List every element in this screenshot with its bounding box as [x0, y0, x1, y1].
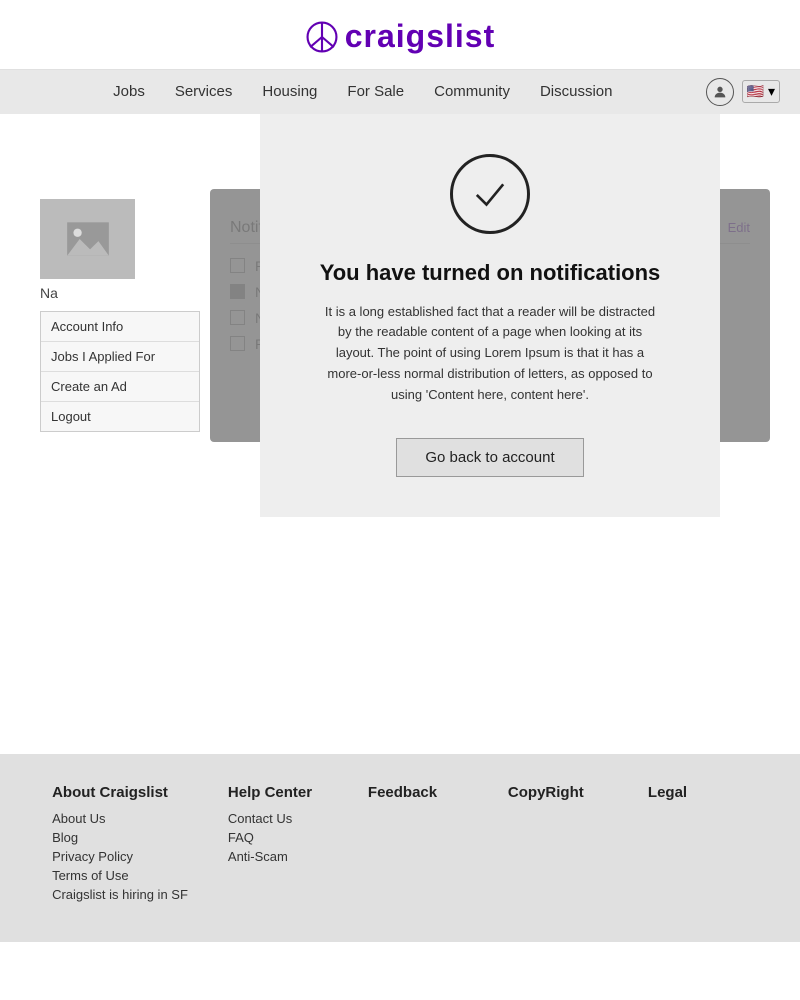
nav-right: 🇺🇸 ▾ — [706, 78, 780, 106]
nav-services[interactable]: Services — [175, 83, 233, 100]
account-layout: Na Account Info Jobs I Applied For Creat… — [40, 199, 760, 432]
footer-columns: About Craigslist About Us Blog Privacy P… — [40, 784, 760, 902]
footer-legal-title: Legal — [648, 784, 748, 801]
sidebar-jobs-applied[interactable]: Jobs I Applied For — [41, 342, 199, 372]
notification-modal: You have turned on notifications It is a… — [260, 114, 720, 517]
footer-terms[interactable]: Terms of Use — [52, 868, 188, 883]
footer-feedback-title: Feedback — [368, 784, 468, 801]
main-nav: Jobs Services Housing For Sale Community… — [0, 70, 800, 114]
footer-copyright-title: CopyRight — [508, 784, 608, 801]
profile-name: Na — [40, 285, 200, 301]
footer-faq[interactable]: FAQ — [228, 830, 328, 845]
footer-about: About Craigslist About Us Blog Privacy P… — [52, 784, 188, 902]
nav-community[interactable]: Community — [434, 83, 510, 100]
footer-about-title: About Craigslist — [52, 784, 188, 801]
footer-anti-scam[interactable]: Anti-Scam — [228, 849, 328, 864]
user-icon[interactable] — [706, 78, 734, 106]
modal-overlay: You have turned on notifications It is a… — [210, 189, 770, 442]
sidebar-logout[interactable]: Logout — [41, 402, 199, 431]
nav-discussion[interactable]: Discussion — [540, 83, 613, 100]
header: craigslist Jobs Services Housing For Sal… — [0, 0, 800, 114]
nav-housing[interactable]: Housing — [262, 83, 317, 100]
footer-hiring[interactable]: Craigslist is hiring in SF — [52, 887, 188, 902]
footer: About Craigslist About Us Blog Privacy P… — [0, 754, 800, 942]
footer-contact-us[interactable]: Contact Us — [228, 811, 328, 826]
modal-body: It is a long established fact that a rea… — [320, 302, 660, 406]
footer-help-title: Help Center — [228, 784, 328, 801]
sidebar-account-info[interactable]: Account Info — [41, 312, 199, 342]
nav-forsale[interactable]: For Sale — [347, 83, 404, 100]
footer-help: Help Center Contact Us FAQ Anti-Scam — [228, 784, 328, 902]
sidebar-menu: Account Info Jobs I Applied For Create a… — [40, 311, 200, 432]
account-content: You have turned on notifications It is a… — [220, 199, 760, 432]
image-placeholder-icon — [63, 214, 113, 264]
footer-blog[interactable]: Blog — [52, 830, 188, 845]
main-content: My Account Na Account Info Jobs I Applie… — [0, 114, 800, 714]
account-sidebar: Na Account Info Jobs I Applied For Creat… — [40, 199, 200, 432]
language-selector[interactable]: 🇺🇸 ▾ — [742, 80, 780, 103]
footer-legal: Legal — [648, 784, 748, 902]
nav-links: Jobs Services Housing For Sale Community… — [20, 83, 706, 100]
modal-title: You have turned on notifications — [320, 260, 661, 286]
footer-copyright: CopyRight — [508, 784, 608, 902]
logo[interactable]: craigslist — [305, 18, 496, 55]
footer-feedback: Feedback — [368, 784, 468, 902]
sidebar-create-ad[interactable]: Create an Ad — [41, 372, 199, 402]
footer-privacy[interactable]: Privacy Policy — [52, 849, 188, 864]
footer-about-us[interactable]: About Us — [52, 811, 188, 826]
profile-image — [40, 199, 135, 279]
nav-jobs[interactable]: Jobs — [113, 83, 145, 100]
check-circle-icon — [450, 154, 530, 234]
go-back-button[interactable]: Go back to account — [396, 438, 583, 477]
